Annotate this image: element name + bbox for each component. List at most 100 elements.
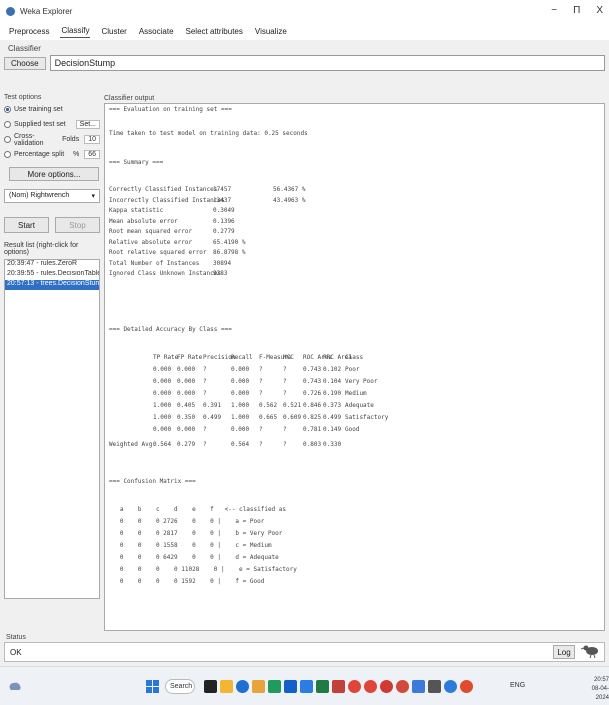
- detailed-cell: Medium: [345, 390, 367, 397]
- title-bar: Weka Explorer − Π X: [0, 0, 609, 22]
- app-icon[interactable]: [444, 680, 457, 693]
- log-button[interactable]: Log: [553, 645, 575, 659]
- left-panel: Test options Use training set Supplied t…: [4, 94, 100, 599]
- summary-value: 9283: [213, 270, 228, 277]
- system-tray[interactable]: ENG: [510, 682, 525, 689]
- close-button[interactable]: X: [596, 5, 603, 16]
- tab-cluster[interactable]: Cluster: [100, 25, 127, 38]
- taskbar-search[interactable]: Search: [165, 679, 195, 694]
- app-icon[interactable]: [412, 680, 425, 693]
- mail-icon[interactable]: [284, 680, 297, 693]
- powerpoint-icon[interactable]: [332, 680, 345, 693]
- detailed-cell: 0.190: [323, 390, 342, 397]
- classifier-name-field[interactable]: DecisionStump: [49, 55, 605, 71]
- classifier-output-text[interactable]: === Evaluation on training set === Time …: [104, 103, 605, 631]
- percent-input[interactable]: 66: [84, 150, 100, 159]
- detailed-cell: ?: [259, 378, 263, 385]
- chevron-down-icon: ▾: [91, 193, 95, 200]
- weka-bird-icon[interactable]: [581, 642, 601, 658]
- summary-label: Ignored Class Unknown Instances: [109, 270, 221, 277]
- weighted-avg-cell: ?: [283, 441, 287, 448]
- summary-label: Relative absolute error: [109, 238, 193, 246]
- detailed-cell: ?: [283, 366, 287, 373]
- radio-percentage-split[interactable]: [4, 151, 11, 158]
- classifier-output-title: Classifier output: [104, 95, 155, 102]
- confusion-row: 0 0 0 6429 0 0 | d = Adequate: [109, 554, 279, 561]
- class-attribute-value: (Nom) Rightwrench: [9, 192, 70, 199]
- app-icon[interactable]: [460, 680, 473, 693]
- detailed-cell: 0.000: [177, 390, 196, 397]
- start-button[interactable]: Start: [4, 217, 49, 233]
- detailed-cell: 0.000: [153, 390, 172, 397]
- detailed-cell: 0.665: [259, 414, 278, 421]
- window-title: Weka Explorer: [20, 6, 73, 16]
- task-view-icon[interactable]: [204, 680, 217, 693]
- choose-classifier-button[interactable]: Choose: [4, 56, 46, 70]
- detailed-cell: 0.781: [303, 426, 322, 433]
- confusion-row: 0 0 0 2726 0 0 | a = Poor: [109, 518, 265, 525]
- tab-select-attributes[interactable]: Select attributes: [185, 25, 244, 38]
- supplied-test-set-option[interactable]: Supplied test set Set...: [4, 119, 100, 130]
- minimize-button[interactable]: −: [551, 5, 557, 16]
- taskbar-clock[interactable]: 20:57 08-04-2024: [586, 676, 609, 703]
- folder-icon[interactable]: [252, 680, 265, 693]
- tab-classify[interactable]: Classify: [60, 24, 91, 38]
- chrome-icon[interactable]: [348, 680, 361, 693]
- stop-button[interactable]: Stop: [55, 217, 100, 233]
- detailed-cell: ?: [283, 378, 287, 385]
- detailed-cell: 0.521: [283, 402, 302, 409]
- radio-use-training[interactable]: [4, 106, 11, 113]
- windows-start-icon[interactable]: [146, 680, 159, 693]
- excel-icon[interactable]: [316, 680, 329, 693]
- detailed-cell: 0.149: [323, 426, 342, 433]
- edge-icon[interactable]: [236, 680, 249, 693]
- summary-percent: 56.4367 %: [273, 186, 306, 193]
- detailed-cell: Very Poor: [345, 378, 378, 385]
- summary-label: Correctly Classified Instances: [109, 186, 218, 193]
- set-test-set-button[interactable]: Set...: [75, 120, 100, 129]
- detailed-cell: 1.000: [153, 402, 172, 409]
- result-item-selected[interactable]: 20:57:13 - trees.DecisionStump: [5, 280, 99, 290]
- detailed-cell: 1.000: [231, 402, 250, 409]
- result-item[interactable]: 20:39:47 - rules.ZeroR: [5, 260, 99, 270]
- detailed-cell: ?: [203, 390, 207, 397]
- output-time-line: Time taken to test model on training dat…: [109, 130, 308, 137]
- app-icon[interactable]: [380, 680, 393, 693]
- summary-value: 30894: [213, 259, 232, 267]
- percentage-split-option[interactable]: Percentage split % 66: [4, 149, 100, 160]
- weighted-avg-cell: 0.564: [153, 441, 172, 448]
- status-text: OK: [4, 642, 605, 662]
- app-icon[interactable]: [428, 680, 441, 693]
- detailed-cell: 0.743: [303, 378, 322, 385]
- detailed-cell: 0.373: [323, 402, 342, 409]
- weighted-avg-cell: 0.279: [177, 441, 196, 448]
- more-options-button[interactable]: More options...: [9, 167, 99, 181]
- detailed-cell: 0.102: [323, 366, 342, 373]
- radio-supplied[interactable]: [4, 121, 11, 128]
- result-item[interactable]: 20:39:55 - rules.DecisionTable: [5, 270, 99, 280]
- classifier-row: Choose DecisionStump: [4, 55, 605, 71]
- app-icon[interactable]: [364, 680, 377, 693]
- weather-icon[interactable]: [8, 680, 22, 693]
- test-options-title: Test options: [4, 94, 42, 101]
- file-explorer-icon[interactable]: [220, 680, 233, 693]
- folds-input[interactable]: 10: [84, 135, 100, 144]
- summary-label: Incorrectly Classified Instances: [109, 196, 225, 204]
- cross-validation-option[interactable]: Cross-validation Folds 10: [4, 133, 100, 147]
- store-icon[interactable]: [268, 680, 281, 693]
- summary-label: Root mean squared error: [109, 228, 193, 235]
- use-training-set-option[interactable]: Use training set: [4, 104, 100, 115]
- maximize-button[interactable]: Π: [573, 5, 580, 16]
- result-list[interactable]: 20:39:47 - rules.ZeroR 20:39:55 - rules.…: [4, 259, 100, 599]
- detailed-cell: 0.405: [177, 402, 196, 409]
- detailed-cell: ?: [259, 366, 263, 373]
- word-icon[interactable]: [300, 680, 313, 693]
- detailed-cell: ?: [283, 426, 287, 433]
- radio-cross-validation[interactable]: [4, 136, 11, 143]
- app-icon[interactable]: [396, 680, 409, 693]
- tab-associate[interactable]: Associate: [138, 25, 175, 38]
- class-attribute-select[interactable]: (Nom) Rightwrench ▾: [4, 189, 100, 203]
- detailed-cell: ?: [203, 426, 207, 433]
- tab-preprocess[interactable]: Preprocess: [8, 25, 50, 38]
- tab-visualize[interactable]: Visualize: [254, 25, 288, 38]
